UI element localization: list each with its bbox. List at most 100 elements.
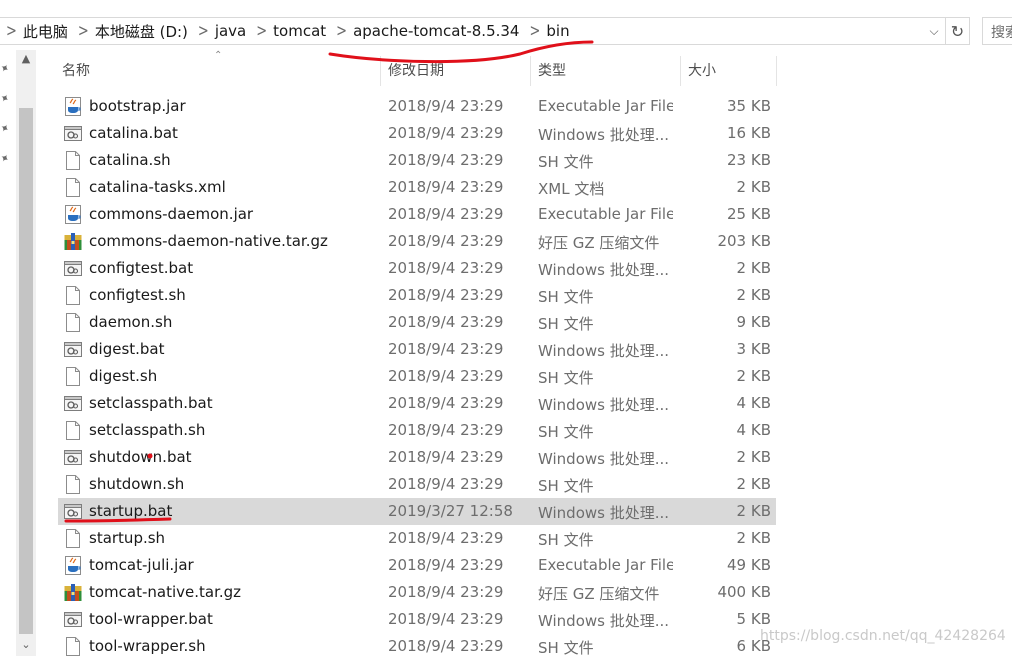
file-row[interactable]: shutdown.sh 2018/9/4 23:29 SH 文件 2 KB: [58, 471, 776, 498]
file-type: Windows 批处理...: [538, 612, 670, 630]
file-row[interactable]: shutdown.bat 2018/9/4 23:29 Windows 批处理...…: [58, 444, 776, 471]
bat-file-icon: [64, 448, 82, 467]
file-type: SH 文件: [538, 639, 594, 656]
file-type: Windows 批处理...: [538, 504, 670, 522]
file-row[interactable]: tool-wrapper.bat 2018/9/4 23:29 Windows 批处…: [58, 606, 776, 633]
column-size[interactable]: 大小: [682, 50, 776, 90]
file-row[interactable]: bootstrap.jar 2018/9/4 23:29 Executable Ja…: [58, 93, 776, 120]
chevron-right-icon[interactable]: >: [336, 21, 347, 41]
address-history-dropdown[interactable]: ⌵: [924, 19, 944, 43]
file-row[interactable]: startup.sh 2018/9/4 23:29 SH 文件 2 KB: [58, 525, 776, 552]
file-name: setclasspath.bat: [89, 394, 213, 412]
column-type[interactable]: 类型: [532, 50, 680, 90]
file-name: commons-daemon.jar: [89, 205, 254, 223]
file-modified-date: 2018/9/4 23:29: [388, 610, 504, 628]
column-date[interactable]: 修改日期: [382, 50, 530, 90]
file-type: SH 文件: [538, 153, 594, 171]
file-type: XML 文档: [538, 180, 605, 198]
file-size: 2 KB: [736, 367, 771, 385]
file-name: tool-wrapper.bat: [89, 610, 213, 628]
file-name: configtest.sh: [89, 286, 186, 304]
breadcrumb-local-disk-d[interactable]: 本地磁盘 (D:): [95, 21, 188, 42]
file-type: SH 文件: [538, 423, 594, 441]
breadcrumb-apache-tomcat[interactable]: apache-tomcat-8.5.34: [353, 22, 519, 40]
chevron-right-icon[interactable]: >: [256, 21, 267, 41]
file-modified-date: 2018/9/4 23:29: [388, 556, 504, 574]
file-name: tomcat-juli.jar: [89, 556, 194, 574]
bat-file-icon: [64, 610, 82, 629]
breadcrumb-this-pc[interactable]: 此电脑: [23, 21, 68, 42]
search-input[interactable]: 搜索: [982, 17, 1012, 45]
chevron-right-icon[interactable]: >: [78, 21, 89, 41]
file-size: 25 KB: [727, 205, 771, 223]
pin-icon: ✦: [0, 120, 12, 137]
navigation-pane-scrollbar[interactable]: ▲ ⌄: [16, 50, 36, 656]
file-row[interactable]: startup.bat 2019/3/27 12:58 Windows 批处理...…: [58, 498, 776, 525]
file-row[interactable]: digest.sh 2018/9/4 23:29 SH 文件 2 KB: [58, 363, 776, 390]
file-row[interactable]: tool-wrapper.sh 2018/9/4 23:29 SH 文件 6 KB: [58, 633, 776, 656]
navigation-pane-edge: ✦ ✦ ✦ ✦: [0, 60, 16, 656]
file-row[interactable]: commons-daemon-native.tar.gz 2018/9/4 23:…: [58, 228, 776, 255]
file-row[interactable]: setclasspath.sh 2018/9/4 23:29 SH 文件 4 KB: [58, 417, 776, 444]
file-size: 2 KB: [736, 529, 771, 547]
file-modified-date: 2018/9/4 23:29: [388, 313, 504, 331]
breadcrumb-tomcat[interactable]: tomcat: [273, 22, 326, 40]
file-explorer-window: > 此电脑 > 本地磁盘 (D:) > java > tomcat > apac…: [0, 0, 1012, 656]
column-divider[interactable]: [776, 56, 777, 86]
file-size: 2 KB: [736, 475, 771, 493]
file-row[interactable]: catalina.bat 2018/9/4 23:29 Windows 批处理...…: [58, 120, 776, 147]
file-row[interactable]: catalina.sh 2018/9/4 23:29 SH 文件 23 KB: [58, 147, 776, 174]
column-divider[interactable]: [380, 56, 381, 86]
chevron-right-icon[interactable]: >: [529, 21, 540, 41]
bat-file-icon: [64, 340, 82, 359]
breadcrumb-bin[interactable]: bin: [546, 22, 569, 40]
file-row[interactable]: configtest.bat 2018/9/4 23:29 Windows 批处理.…: [58, 255, 776, 282]
file-type: SH 文件: [538, 315, 594, 333]
address-bar[interactable]: > 此电脑 > 本地磁盘 (D:) > java > tomcat > apac…: [0, 17, 946, 45]
file-modified-date: 2018/9/4 23:29: [388, 340, 504, 358]
file-row[interactable]: configtest.sh 2018/9/4 23:29 SH 文件 2 KB: [58, 282, 776, 309]
file-row[interactable]: tomcat-native.tar.gz 2018/9/4 23:29 好压 GZ …: [58, 579, 776, 606]
file-name: startup.bat: [89, 502, 173, 520]
file-row[interactable]: catalina-tasks.xml 2018/9/4 23:29 XML 文档 2 …: [58, 174, 776, 201]
jar-file-icon: [64, 556, 82, 575]
scroll-down-arrow-icon[interactable]: ⌄: [16, 638, 36, 651]
file-row[interactable]: digest.bat 2018/9/4 23:29 Windows 批处理... 3 …: [58, 336, 776, 363]
file-size: 2 KB: [736, 178, 771, 196]
file-size: 2 KB: [736, 286, 771, 304]
file-type: Executable Jar File: [538, 97, 673, 115]
file-size: 400 KB: [717, 583, 771, 601]
file-row[interactable]: setclasspath.bat 2018/9/4 23:29 Windows 批处…: [58, 390, 776, 417]
file-type: Windows 批处理...: [538, 126, 670, 144]
file-row[interactable]: commons-daemon.jar 2018/9/4 23:29 Executab…: [58, 201, 776, 228]
file-name: setclasspath.sh: [89, 421, 206, 439]
file-name: catalina.sh: [89, 151, 171, 169]
file-name: bootstrap.jar: [89, 97, 186, 115]
file-modified-date: 2019/3/27 12:58: [388, 502, 513, 520]
bat-file-icon: [64, 124, 82, 143]
file-name: tomcat-native.tar.gz: [89, 583, 242, 601]
file-row[interactable]: daemon.sh 2018/9/4 23:29 SH 文件 9 KB: [58, 309, 776, 336]
scroll-up-arrow-icon[interactable]: ▲: [16, 52, 36, 65]
file-size: 3 KB: [736, 340, 771, 358]
file-size: 23 KB: [727, 151, 771, 169]
chevron-right-icon[interactable]: >: [198, 21, 209, 41]
column-divider[interactable]: [680, 56, 681, 86]
chevron-right-icon[interactable]: >: [6, 21, 17, 41]
breadcrumb-java[interactable]: java: [215, 22, 246, 40]
file-type: SH 文件: [538, 369, 594, 387]
chevron-down-icon: ⌵: [929, 23, 939, 38]
file-name: startup.sh: [89, 529, 166, 547]
file-size: 5 KB: [736, 610, 771, 628]
refresh-button[interactable]: ↻: [946, 17, 970, 45]
breadcrumb: > 此电脑 > 本地磁盘 (D:) > java > tomcat > apac…: [4, 18, 578, 44]
file-size: 2 KB: [736, 259, 771, 277]
column-name[interactable]: 名称: [56, 50, 380, 90]
file-row[interactable]: tomcat-juli.jar 2018/9/4 23:29 Executable …: [58, 552, 776, 579]
file-size: 49 KB: [727, 556, 771, 574]
file-size: 4 KB: [736, 394, 771, 412]
scrollbar-thumb[interactable]: [19, 108, 33, 634]
column-divider[interactable]: [530, 56, 531, 86]
file-type: SH 文件: [538, 288, 594, 306]
file-size: 6 KB: [736, 637, 771, 655]
